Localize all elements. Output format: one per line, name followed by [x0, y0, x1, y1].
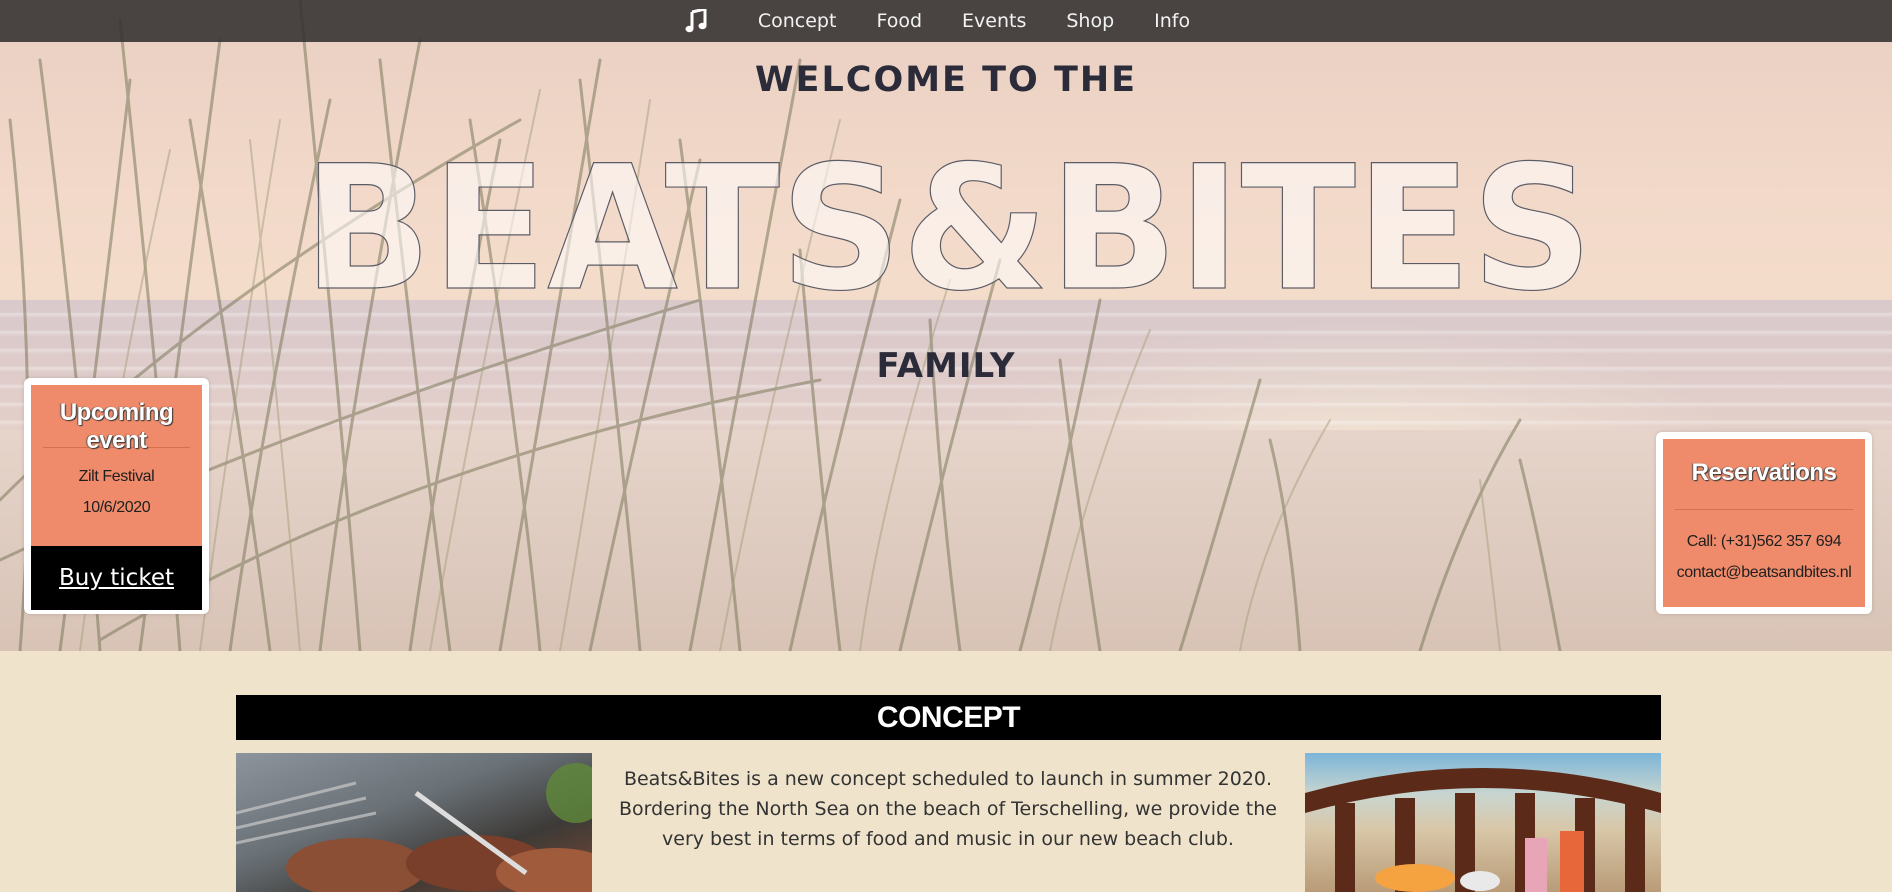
hero-family-text: FAMILY: [876, 346, 1016, 386]
hero-title: BEATS&BITES: [296, 127, 1600, 329]
hero-welcome-text: WELCOME TO THE: [754, 60, 1138, 100]
concept-description: Beats&Bites is a new concept scheduled t…: [619, 768, 1277, 850]
music-note-icon[interactable]: [682, 7, 710, 35]
reservations-card: Reservations Call: (+31)562 357 694 cont…: [1656, 432, 1872, 614]
nav-link-events[interactable]: Events: [942, 0, 1046, 42]
buy-ticket-button[interactable]: Buy ticket: [31, 546, 202, 610]
event-name: Zilt Festival: [78, 468, 155, 485]
top-navigation: Concept Food Events Shop Info: [0, 0, 1892, 42]
concept-grill-image: [236, 753, 592, 892]
reservations-phone[interactable]: Call: (+31)562 357 694: [1663, 526, 1865, 557]
hero-title-text: BEATS&BITES: [303, 140, 1593, 300]
nav-link-info[interactable]: Info: [1134, 0, 1210, 42]
nav-link-shop[interactable]: Shop: [1046, 0, 1134, 42]
concept-heading: CONCEPT: [236, 695, 1661, 740]
nav-link-concept[interactable]: Concept: [738, 0, 857, 42]
upcoming-event-card: Upcoming event Zilt Festival 10/6/2020 B…: [24, 378, 209, 614]
reservations-email[interactable]: contact@beatsandbites.nl: [1663, 557, 1865, 588]
concept-beach-table-image: [1305, 753, 1661, 892]
nav-link-food[interactable]: Food: [856, 0, 942, 42]
reservations-card-title: Reservations: [1691, 459, 1837, 486]
event-date: 10/6/2020: [82, 499, 151, 516]
event-card-title: Upcoming event: [59, 399, 174, 454]
